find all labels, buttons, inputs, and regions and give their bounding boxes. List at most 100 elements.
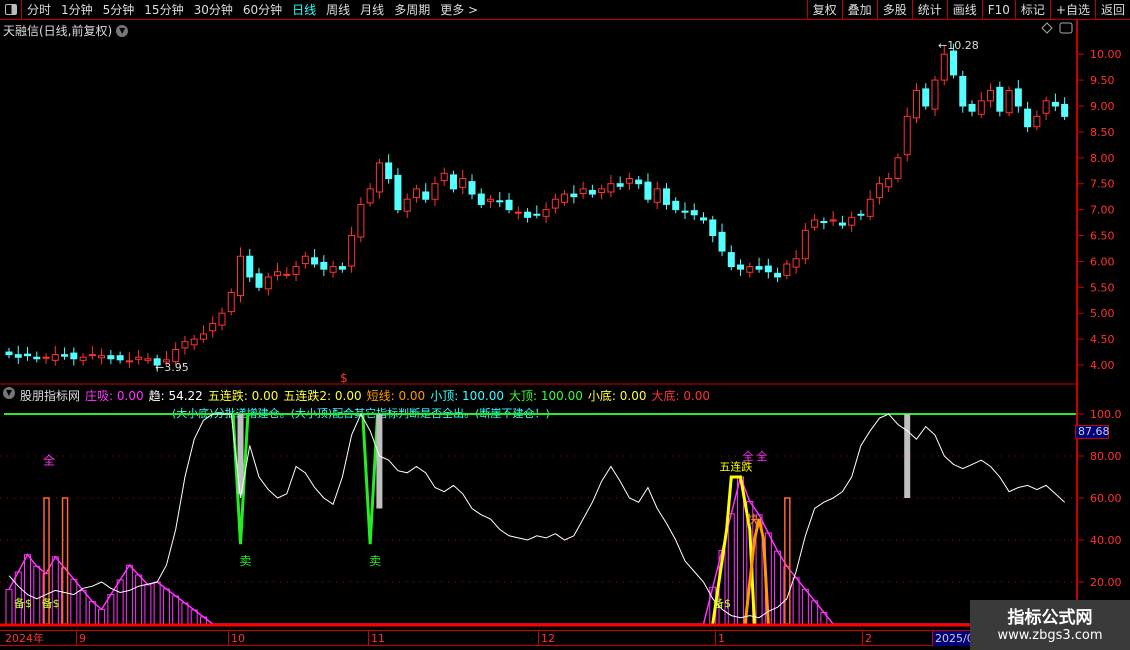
candle-body — [172, 348, 180, 362]
candle-body — [440, 172, 448, 182]
zhuangxi-bar — [116, 579, 124, 625]
date-label: 9 — [76, 631, 86, 646]
candle-body — [950, 50, 958, 76]
candle-body — [98, 355, 106, 359]
candle-body — [292, 266, 300, 275]
candle-body — [199, 333, 207, 340]
zhuangxi-bar — [125, 564, 133, 625]
candle-body — [551, 198, 559, 209]
candle-body — [977, 100, 985, 115]
candle-body — [616, 183, 624, 187]
candle-body — [218, 312, 226, 326]
zhuangxi-bar — [181, 602, 189, 625]
candle-body — [468, 181, 476, 195]
zhuangxi-bar — [774, 550, 782, 625]
candle-body — [774, 272, 782, 278]
date-axis: 2024年 9 10 11 12 1 2 2025/0 — [0, 630, 970, 646]
candle-body — [88, 354, 96, 357]
indicator-field: 小底: 0.00 — [587, 389, 647, 403]
candle-body — [1033, 115, 1041, 128]
candle-body — [903, 115, 911, 156]
candle-body — [505, 199, 513, 211]
indicator-field: 大顶: 100.00 — [509, 389, 583, 403]
candle-body — [79, 356, 87, 361]
prep-label: 备$ — [14, 596, 32, 610]
candle-body — [449, 174, 457, 190]
date-label: 2024年 — [5, 632, 44, 645]
candle-body — [1061, 103, 1069, 117]
signal-marker: $ — [340, 371, 348, 385]
indicator-tick-label: 60.00 — [1090, 492, 1122, 505]
date-label: 12 — [538, 631, 555, 646]
all-label: 全 — [43, 452, 55, 467]
current-value-badge: 87.68 — [1075, 425, 1110, 439]
candle-body — [237, 255, 244, 297]
zhuangxi-bar — [98, 608, 106, 625]
candle-body — [496, 200, 504, 203]
candle-body — [959, 75, 967, 107]
candle-body — [672, 200, 680, 211]
candle-body — [625, 178, 633, 184]
indicator-tick-label: 80.00 — [1090, 450, 1122, 463]
candle-body — [116, 355, 124, 361]
date-label: 2 — [862, 631, 872, 646]
indicator-tick-label: 40.00 — [1090, 534, 1122, 547]
candle-body — [14, 354, 22, 358]
candle-body — [588, 189, 596, 195]
candle-body — [394, 174, 402, 211]
candle-body — [366, 188, 374, 204]
high-price-label: ←10.28 — [938, 39, 979, 52]
candle-body — [24, 353, 32, 357]
candle-body — [1005, 89, 1013, 114]
candle-body — [5, 351, 13, 356]
candle-body — [357, 203, 365, 238]
price-tick-label: 5.00 — [1090, 307, 1115, 320]
indicator-field: 庄吸: 0.00 — [85, 389, 144, 403]
panel-icon — [1059, 22, 1073, 34]
indicator-field: 大底: 0.00 — [651, 389, 711, 403]
indicator-field: 小顶: 100.00 — [430, 389, 505, 403]
zhuangxi-bar — [144, 584, 152, 625]
sell-signal-line — [361, 413, 380, 545]
top-signal-bar — [904, 414, 911, 498]
candle-body — [338, 266, 346, 270]
candle-body — [320, 261, 328, 270]
price-tick-label: 8.50 — [1090, 126, 1115, 139]
candle-body — [718, 231, 726, 252]
candle-body — [635, 179, 643, 185]
kline-chart[interactable]: 10.00 9.50 9.00 8.50 8.00 7.50 7.00 6.50 6.00 5.5… — [0, 0, 1130, 650]
diamond-icon — [1041, 22, 1053, 34]
candle-body — [190, 338, 198, 346]
sell-label: 卖 — [239, 554, 251, 568]
candle-body — [727, 252, 735, 268]
price-tick-label: 6.50 — [1090, 230, 1115, 243]
price-tick-label: 4.50 — [1090, 333, 1115, 346]
indicator-field: 短线: 0.00 — [366, 389, 426, 403]
candle-body — [820, 221, 828, 224]
candle-body — [431, 183, 439, 200]
candle-body — [829, 219, 837, 222]
zhuangxi-bar — [153, 581, 161, 625]
candle-body — [227, 291, 235, 313]
candle-body — [70, 352, 78, 360]
candle-body — [412, 188, 420, 199]
candle-body — [283, 273, 291, 276]
candle-body — [459, 178, 467, 188]
short-line-bar — [61, 497, 69, 625]
candle-body — [487, 198, 495, 202]
candle-body — [644, 181, 652, 200]
candle-body — [709, 219, 717, 237]
date-label: 1 — [715, 631, 725, 646]
price-tick-label: 6.00 — [1090, 255, 1115, 268]
zhuangxi-bar — [801, 588, 809, 625]
zhuangxi-bar — [33, 565, 41, 625]
zhuangxi-bar — [172, 595, 180, 625]
price-tick-label: 4.00 — [1090, 359, 1115, 372]
candle-body — [209, 323, 217, 332]
candle-body — [385, 162, 393, 180]
chevron-down-icon[interactable]: ▼ — [3, 387, 15, 399]
candle-body — [690, 210, 698, 216]
candle-body — [477, 193, 485, 205]
candle-body — [542, 209, 550, 217]
zhuangxi-bar — [88, 601, 96, 625]
